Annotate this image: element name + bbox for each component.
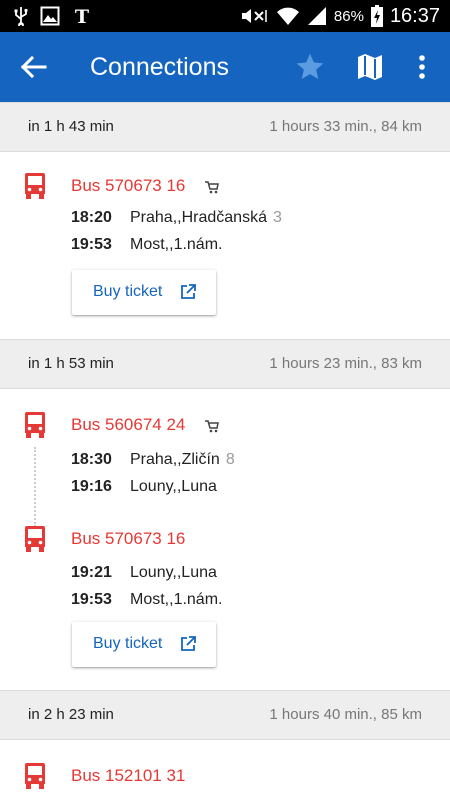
buy-ticket-label: Buy ticket bbox=[93, 635, 163, 652]
bus-icon bbox=[25, 412, 45, 438]
bus-line-name: Bus 560674 24 bbox=[71, 415, 186, 434]
stop-row: 19:21 Louny,,Luna bbox=[71, 564, 217, 582]
wifi-icon bbox=[276, 7, 299, 25]
stop-name: Praha,,Zličín bbox=[130, 451, 220, 468]
stop-row: 19:53 Most,,1.nám. bbox=[71, 236, 222, 254]
cart-icon bbox=[205, 181, 219, 194]
battery-icon bbox=[370, 5, 383, 27]
bus-line-name: Bus 152101 31 bbox=[71, 766, 186, 785]
page-title: Connections bbox=[90, 53, 229, 81]
stop-row: 18:30 Praha,,Zličín 8 bbox=[71, 451, 235, 469]
stop-row: 18:20 Praha,,Hradčanská 3 bbox=[71, 209, 282, 227]
battery-percent: 86% bbox=[333, 7, 364, 25]
stop-time: 19:53 bbox=[71, 591, 112, 608]
departure-in: in 1 h 53 min bbox=[28, 355, 114, 372]
connection-header: in 2 h 23 min 1 hours 40 min., 85 km bbox=[0, 690, 450, 740]
bus-icon bbox=[25, 763, 45, 789]
star-icon[interactable] bbox=[294, 51, 326, 83]
stop-time: 19:16 bbox=[71, 478, 112, 495]
bus-icon bbox=[25, 173, 45, 199]
transfer-connector bbox=[34, 447, 36, 527]
external-link-icon bbox=[181, 636, 196, 651]
departure-in: in 1 h 43 min bbox=[28, 118, 114, 135]
map-icon[interactable] bbox=[356, 52, 384, 82]
more-vert-icon[interactable] bbox=[410, 52, 434, 82]
buy-ticket-button[interactable]: Buy ticket bbox=[72, 270, 216, 315]
platform-number: 3 bbox=[272, 209, 282, 226]
trip-summary: 1 hours 33 min., 84 km bbox=[269, 118, 422, 135]
bus-icon bbox=[25, 526, 45, 552]
mute-icon bbox=[241, 9, 267, 23]
stop-time: 18:30 bbox=[71, 451, 112, 468]
app-bar: Connections bbox=[0, 32, 450, 102]
stop-name: Louny,,Luna bbox=[130, 478, 217, 495]
buy-ticket-button[interactable]: Buy ticket bbox=[72, 622, 216, 667]
departure-in: in 2 h 23 min bbox=[28, 706, 114, 723]
connection-header: in 1 h 53 min 1 hours 23 min., 83 km bbox=[0, 339, 450, 389]
platform-number: 8 bbox=[225, 451, 235, 468]
stop-row: 19:53 Most,,1.nám. bbox=[71, 591, 222, 609]
svg-text:T: T bbox=[75, 6, 89, 27]
back-arrow-icon[interactable] bbox=[18, 52, 48, 82]
nyt-icon: T bbox=[75, 6, 89, 27]
stop-time: 18:20 bbox=[71, 209, 112, 226]
trip-summary: 1 hours 40 min., 85 km bbox=[269, 706, 422, 723]
connection-card[interactable]: Bus 152101 31 bbox=[0, 740, 450, 800]
connection-card[interactable]: Bus 560674 24 18:30 Praha,,Zličín 8 19:16 L… bbox=[0, 389, 450, 689]
status-bar: T 86% 16:37 bbox=[0, 0, 450, 32]
bus-line-name: Bus 570673 16 bbox=[71, 176, 186, 195]
connection-header: in 1 h 43 min 1 hours 33 min., 84 km bbox=[0, 102, 450, 152]
buy-ticket-label: Buy ticket bbox=[93, 283, 163, 300]
signal-icon bbox=[307, 7, 326, 25]
stop-name: Louny,,Luna bbox=[130, 564, 217, 581]
connection-card[interactable]: Bus 570673 16 18:20 Praha,,Hradčanská 3 19… bbox=[0, 152, 450, 339]
clock: 16:37 bbox=[389, 4, 440, 27]
stop-name: Most,,1.nám. bbox=[130, 591, 223, 608]
cart-icon bbox=[205, 420, 219, 433]
external-link-icon bbox=[181, 284, 196, 299]
image-icon bbox=[40, 6, 60, 26]
stop-name: Most,,1.nám. bbox=[130, 236, 223, 253]
stop-time: 19:21 bbox=[71, 564, 112, 581]
bus-line-name: Bus 570673 16 bbox=[71, 529, 186, 548]
stop-name: Praha,,Hradčanská bbox=[130, 209, 267, 226]
connections-list: in 1 h 43 min 1 hours 33 min., 84 km Bus… bbox=[0, 102, 450, 800]
trip-summary: 1 hours 23 min., 83 km bbox=[269, 355, 422, 372]
stop-time: 19:53 bbox=[71, 236, 112, 253]
stop-row: 19:16 Louny,,Luna bbox=[71, 478, 217, 496]
usb-icon bbox=[14, 7, 28, 26]
